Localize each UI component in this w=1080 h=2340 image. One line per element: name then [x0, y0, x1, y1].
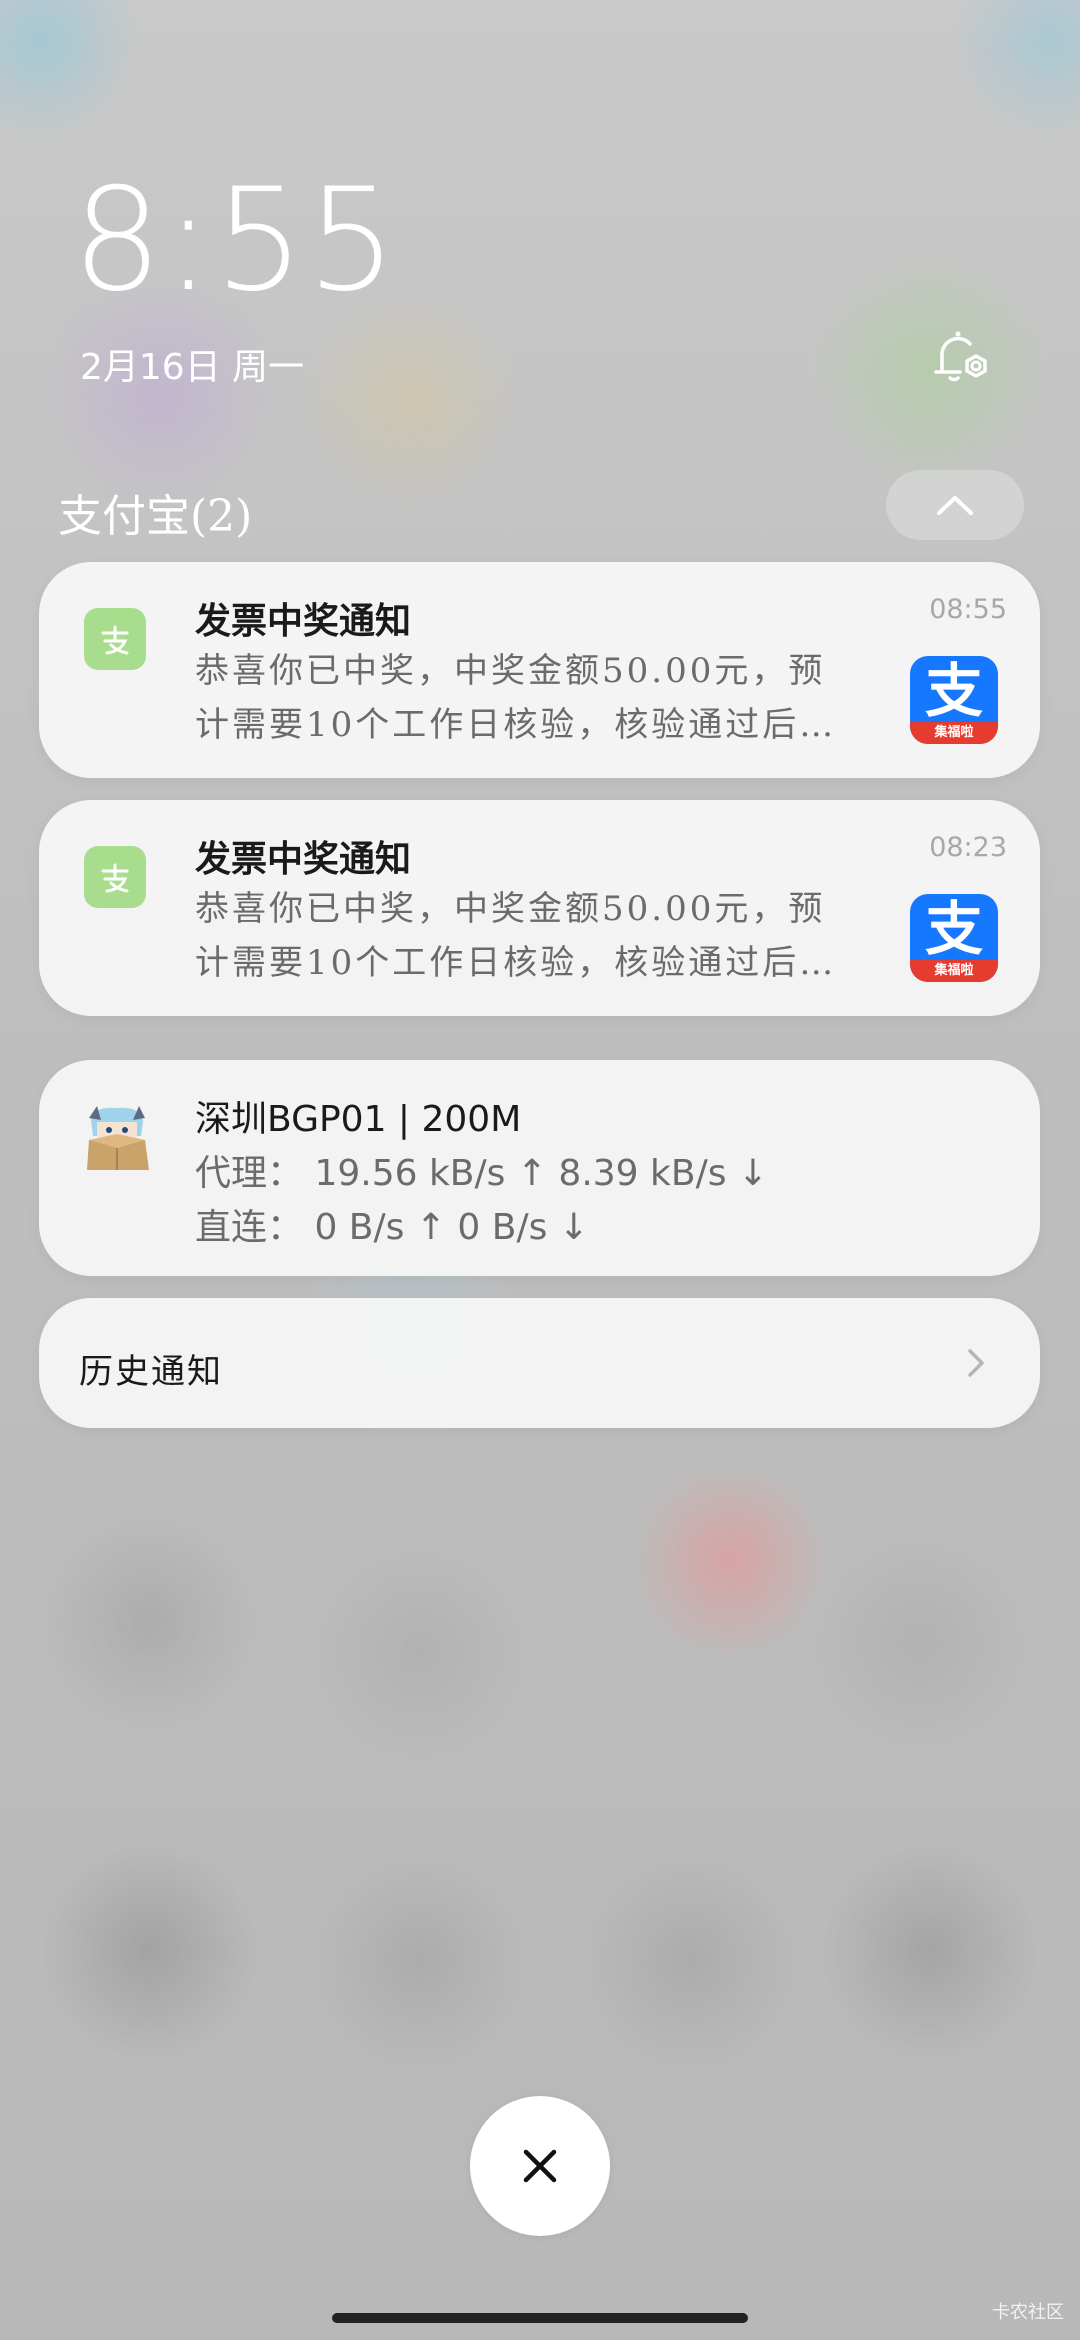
notification-body-line: 计需要10个工作日核验，核验通过后 — [195, 936, 935, 990]
watermark-text: 卡农社区 — [992, 2302, 1064, 2323]
notification-group-title: 支付宝(2) — [58, 491, 253, 542]
notification-title: 发票中奖通知 — [195, 838, 412, 880]
home-indicator[interactable] — [332, 2313, 748, 2323]
direct-speed-line: 直连： 0 B/s ↑ 0 B/s ↓ — [195, 1207, 589, 1248]
notification-settings-button[interactable] — [920, 320, 996, 396]
alipay-app-icon: 支 集福啦 — [910, 656, 998, 744]
alipay-band-label: 集福啦 — [910, 960, 998, 982]
alipay-small-icon — [84, 846, 146, 908]
notification-time: 08:23 — [929, 832, 1007, 863]
history-label: 历史通知 — [79, 1352, 223, 1392]
notification-title: 发票中奖通知 — [195, 600, 412, 642]
notification-card[interactable]: 发票中奖通知 08:55 恭喜你已中奖，中奖金额50.00元，预 计需要10个工… — [39, 562, 1040, 778]
alipay-band-label: 集福啦 — [910, 722, 998, 744]
collapse-group-button[interactable] — [886, 470, 1024, 540]
alipay-app-icon: 支 集福啦 — [910, 894, 998, 982]
alipay-glyph: 支 — [924, 895, 983, 963]
notification-body-line: 恭喜你已中奖，中奖金额50.00元，预 — [195, 889, 826, 929]
notification-body: 恭喜你已中奖，中奖金额50.00元，预 计需要10个工作日核验，核验通过后 — [195, 644, 935, 752]
proxy-speed-line: 代理： 19.56 kB/s ↑ 8.39 kB/s ↓ — [195, 1153, 769, 1194]
history-notifications-button[interactable]: 历史通知 — [39, 1298, 1040, 1428]
notification-body-line: 恭喜你已中奖，中奖金额50.00元，预 — [195, 651, 826, 691]
proxy-notification-card[interactable]: 深圳BGP01 | 200M 代理： 19.56 kB/s ↑ 8.39 kB/… — [39, 1060, 1040, 1276]
bell-settings-icon — [934, 331, 987, 382]
notification-body-line: 计需要10个工作日核验，核验通过后 — [195, 698, 935, 752]
chevron-right-icon — [968, 1349, 984, 1377]
notification-time: 08:55 — [929, 594, 1007, 625]
clear-all-button[interactable] — [470, 2096, 610, 2236]
proxy-server-title: 深圳BGP01 | 200M — [195, 1099, 522, 1140]
alipay-glyph: 支 — [924, 657, 983, 725]
proxy-app-icon — [79, 1100, 155, 1176]
close-icon — [523, 2149, 557, 2183]
clock-time: 8:55 — [72, 158, 399, 323]
clock-date: 2月16日 周一 — [80, 347, 305, 388]
chevron-up-icon — [937, 496, 973, 515]
notification-card[interactable]: 发票中奖通知 08:23 恭喜你已中奖，中奖金额50.00元，预 计需要10个工… — [39, 800, 1040, 1016]
alipay-small-icon — [84, 608, 146, 670]
notification-body: 恭喜你已中奖，中奖金额50.00元，预 计需要10个工作日核验，核验通过后 — [195, 882, 935, 990]
